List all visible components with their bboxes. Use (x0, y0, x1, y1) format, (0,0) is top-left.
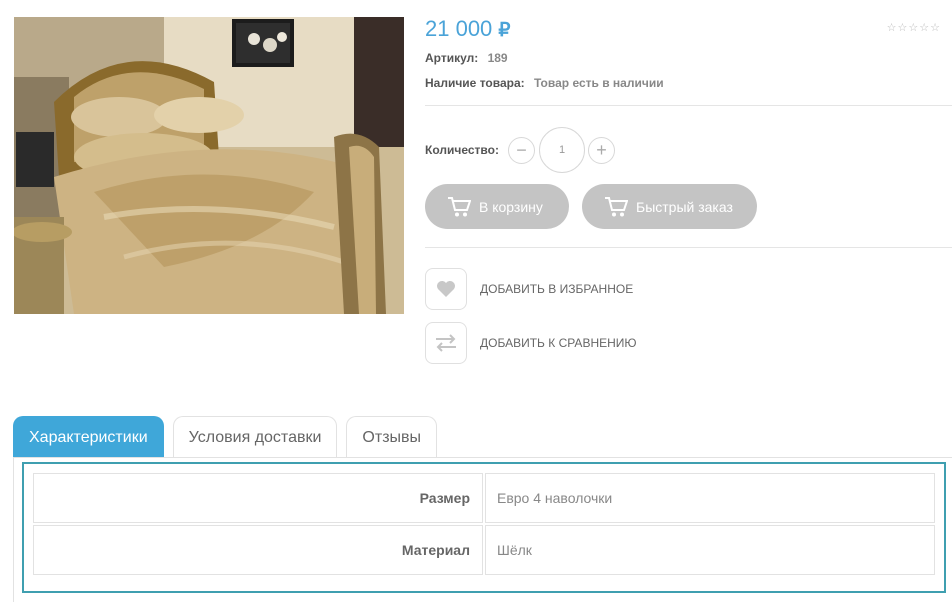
quick-order-label: Быстрый заказ (636, 198, 733, 215)
availability-row: Наличие товара: Товар есть в наличии (425, 76, 664, 90)
spec-key: Размер (33, 473, 483, 523)
star-icon[interactable]: ☆ (898, 23, 908, 34)
availability-label: Наличие товара: (425, 76, 525, 90)
add-to-cart-label: В корзину (479, 198, 543, 215)
price-value: 21 000 (425, 16, 493, 41)
heart-icon[interactable] (425, 268, 467, 310)
product-image[interactable] (14, 17, 404, 314)
product-tabs: Характеристики Условия доставки Отзывы (13, 416, 438, 458)
spec-key: Материал (33, 525, 483, 575)
tab-reviews[interactable]: Отзывы (346, 416, 438, 458)
tab-delivery[interactable]: Условия доставки (172, 416, 338, 458)
cart-icon (448, 196, 471, 216)
quantity-increment-button[interactable]: + (588, 137, 615, 164)
table-row: Размер Евро 4 наволочки (33, 473, 935, 523)
characteristics-panel: Размер Евро 4 наволочки Материал Шёлк (22, 462, 946, 593)
cart-icon (605, 196, 628, 216)
add-to-favorites-label[interactable]: ДОБАВИТЬ В ИЗБРАННОЕ (480, 282, 633, 296)
specs-table: Размер Евро 4 наволочки Материал Шёлк (31, 471, 937, 577)
tabs-divider (13, 457, 952, 458)
add-to-cart-button[interactable]: В корзину (425, 184, 569, 229)
compare-arrows-icon[interactable] (425, 322, 467, 364)
minus-icon: − (516, 140, 527, 160)
sku-row: Артикул: 189 (425, 51, 508, 65)
sku-label: Артикул: (425, 51, 479, 65)
divider (425, 105, 952, 106)
star-icon[interactable]: ☆ (908, 23, 918, 34)
add-to-favorites[interactable]: ДОБАВИТЬ В ИЗБРАННОЕ (425, 268, 633, 310)
rating-stars[interactable]: ☆ ☆ ☆ ☆ ☆ (887, 23, 940, 34)
star-icon[interactable]: ☆ (930, 23, 940, 34)
availability-value: Товар есть в наличии (533, 76, 664, 90)
table-row: Материал Шёлк (33, 525, 935, 575)
quantity-label: Количество: (425, 143, 499, 157)
quick-order-button[interactable]: Быстрый заказ (582, 184, 757, 229)
price-currency: ₽ (498, 20, 511, 41)
quantity-input[interactable]: 1 (539, 127, 585, 173)
spec-value: Шёлк (485, 525, 935, 575)
add-to-compare[interactable]: ДОБАВИТЬ К СРАВНЕНИЮ (425, 322, 637, 364)
add-to-compare-label[interactable]: ДОБАВИТЬ К СРАВНЕНИЮ (480, 336, 637, 350)
star-icon[interactable]: ☆ (919, 23, 929, 34)
tab-characteristics[interactable]: Характеристики (13, 416, 164, 458)
sku-value: 189 (487, 51, 508, 65)
divider (425, 247, 952, 248)
spec-value: Евро 4 наволочки (485, 473, 935, 523)
star-icon[interactable]: ☆ (887, 23, 897, 34)
quantity-decrement-button[interactable]: − (508, 137, 535, 164)
tabs-border (13, 457, 14, 602)
product-price: 21 000 ₽ (425, 16, 511, 42)
plus-icon: + (596, 140, 607, 160)
